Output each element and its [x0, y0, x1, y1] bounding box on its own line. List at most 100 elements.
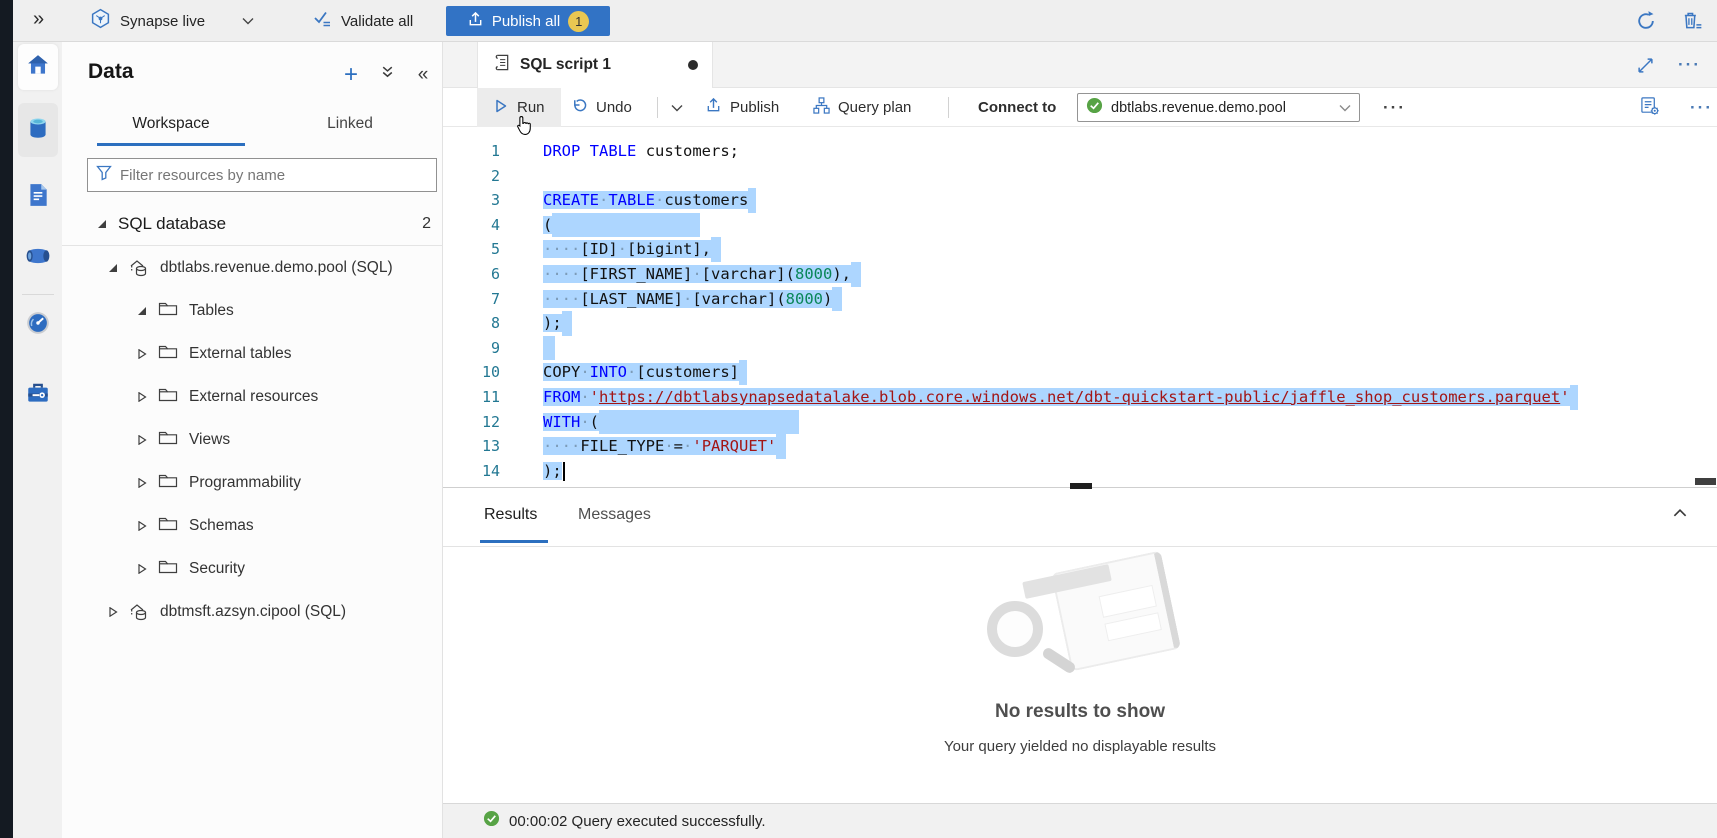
sql-script-tab-label: SQL script 1 [520, 56, 611, 74]
code-line-6[interactable]: 6····[FIRST_NAME]·[varchar](8000), [443, 262, 1717, 287]
tree-item-label: dbtmsft.azsyn.cipool (SQL) [160, 603, 346, 621]
expanded-triangle-icon[interactable] [108, 263, 118, 273]
tree-item-label: dbtlabs.revenue.demo.pool (SQL) [160, 259, 393, 277]
properties-button[interactable] [1640, 88, 1660, 127]
tree-item-external-tables[interactable]: External tables [62, 332, 443, 375]
publish-upload-icon [705, 97, 722, 118]
left-edge-strip [0, 0, 13, 838]
code-line-13[interactable]: 13····FILE_TYPE·=·'PARQUET' [443, 434, 1717, 459]
validate-all-button[interactable]: Validate all [313, 0, 413, 42]
code-text: ····[LAST_NAME]·[varchar](8000) [543, 287, 842, 312]
home-nav-button[interactable] [18, 44, 58, 90]
publish-button[interactable]: Publish [705, 88, 779, 127]
tab-results[interactable]: Results [484, 506, 537, 524]
run-options-chevron[interactable] [671, 88, 683, 127]
tab-workspace[interactable]: Workspace [97, 104, 245, 144]
data-nav-button[interactable] [18, 103, 58, 157]
expanded-triangle-icon[interactable] [137, 306, 147, 316]
properties-gear-icon [1640, 96, 1660, 120]
collapsed-triangle-icon[interactable] [108, 607, 118, 617]
line-number: 9 [443, 336, 500, 361]
tree-item-security[interactable]: Security [62, 547, 443, 590]
code-editor[interactable]: 1DROP TABLE customers;23 CREATE·TABLE·cus… [443, 127, 1717, 487]
tree-item-label: External tables [189, 345, 292, 363]
undo-button[interactable]: Undo [571, 88, 632, 127]
panel-splitter-handle[interactable] [1070, 483, 1092, 489]
folder-icon [158, 430, 178, 450]
synapse-hexagon-icon [90, 8, 111, 34]
discard-trash-icon[interactable] [1681, 10, 1703, 32]
publish-all-button[interactable]: Publish all 1 [446, 6, 610, 36]
expanded-triangle-icon[interactable] [97, 219, 107, 229]
tree-item-views[interactable]: Views [62, 418, 443, 461]
code-line-5[interactable]: 5····[ID]·[bigint], [443, 237, 1717, 262]
tree-item-dbtmsft-azsyn-cipool-sql[interactable]: dbtmsft.azsyn.cipool (SQL) [62, 590, 443, 633]
develop-nav-button[interactable] [18, 174, 58, 220]
collapse-results-chevron-icon[interactable] [1671, 504, 1689, 522]
script-toolbar: Run Undo Publish Query plan Connect to [443, 88, 1717, 127]
code-line-3[interactable]: 3 CREATE·TABLE·customers [443, 188, 1717, 213]
code-line-2[interactable]: 2 [443, 164, 1717, 189]
tab-more-actions-icon[interactable]: ··· [1678, 55, 1701, 75]
code-line-9[interactable]: 9 [443, 336, 1717, 361]
connect-to-dropdown[interactable]: dbtlabs.revenue.demo.pool [1077, 93, 1360, 122]
tab-linked[interactable]: Linked [285, 104, 415, 144]
synapse-live-selector[interactable]: Synapse live [90, 0, 254, 42]
tree-item-external-resources[interactable]: External resources [62, 375, 443, 418]
run-button[interactable]: Run [477, 88, 561, 127]
monitor-nav-button[interactable] [18, 302, 58, 348]
code-text: CREATE·TABLE·customers [543, 188, 756, 213]
code-line-10[interactable]: 10COPY·INTO·[customers] [443, 360, 1717, 385]
sql-script-icon [492, 53, 511, 77]
collapsed-triangle-icon[interactable] [137, 564, 147, 574]
code-line-1[interactable]: 1DROP TABLE customers; [443, 139, 1717, 164]
manage-nav-button[interactable] [18, 372, 58, 418]
tree-item-programmability[interactable]: Programmability [62, 461, 443, 504]
expand-sidebar-icon[interactable]: » [33, 8, 44, 31]
code-line-14[interactable]: 14); [443, 459, 1717, 484]
tree-item-dbtlabs-revenue-demo-pool-sql[interactable]: dbtlabs.revenue.demo.pool (SQL) [62, 246, 443, 289]
editor-area: SQL script 1 ··· Run Undo [443, 42, 1717, 838]
code-line-12[interactable]: 12WITH·( [443, 410, 1717, 435]
integrate-nav-button[interactable] [18, 235, 58, 281]
top-bar: » Synapse live Validate all Publish all … [13, 0, 1717, 42]
code-line-4[interactable]: 4( [443, 213, 1717, 238]
connected-check-icon [1086, 97, 1103, 119]
filter-resources-input[interactable] [120, 167, 428, 184]
database-icon [25, 115, 51, 146]
line-number: 3 [443, 188, 500, 213]
tree-item-sql-database[interactable]: SQL database2 [62, 203, 443, 246]
sql-script-tab[interactable]: SQL script 1 [477, 42, 713, 88]
collapsed-triangle-icon[interactable] [137, 392, 147, 402]
code-line-8[interactable]: 8); [443, 311, 1717, 336]
magnifier-lens-graphic [987, 601, 1043, 657]
tab-messages[interactable]: Messages [578, 506, 651, 524]
tree-item-label: Security [189, 560, 245, 578]
collapsed-triangle-icon[interactable] [137, 435, 147, 445]
publish-label: Publish [730, 99, 779, 116]
collapse-panel-button[interactable]: « [412, 64, 434, 86]
expand-editor-icon[interactable] [1637, 57, 1654, 74]
line-number: 12 [443, 410, 500, 435]
query-plan-button[interactable]: Query plan [813, 88, 911, 127]
collapsed-triangle-icon[interactable] [137, 521, 147, 531]
folder-icon [158, 516, 178, 536]
toolbar-right-more-icon[interactable]: ··· [1690, 88, 1713, 127]
code-line-7[interactable]: 7····[LAST_NAME]·[varchar](8000) [443, 287, 1717, 312]
collapsed-triangle-icon[interactable] [137, 478, 147, 488]
tree-item-tables[interactable]: Tables [62, 289, 443, 332]
line-number: 1 [443, 139, 500, 164]
validate-all-label: Validate all [341, 13, 413, 30]
toolbar-divider [657, 97, 658, 118]
code-text: ( [543, 213, 700, 238]
collapse-all-button[interactable] [376, 64, 398, 86]
code-line-11[interactable]: 11FROM·'https://dbtlabsynapsedatalake.bl… [443, 385, 1717, 410]
tree-item-schemas[interactable]: Schemas [62, 504, 443, 547]
collapsed-triangle-icon[interactable] [137, 349, 147, 359]
add-resource-button[interactable]: + [340, 64, 362, 86]
activity-rail [13, 0, 62, 838]
text-cursor [563, 462, 565, 481]
refresh-icon[interactable] [1635, 10, 1657, 32]
toolbar-more-actions-icon[interactable]: ··· [1383, 88, 1406, 127]
editor-scrollbar-thumb[interactable] [1695, 478, 1716, 485]
